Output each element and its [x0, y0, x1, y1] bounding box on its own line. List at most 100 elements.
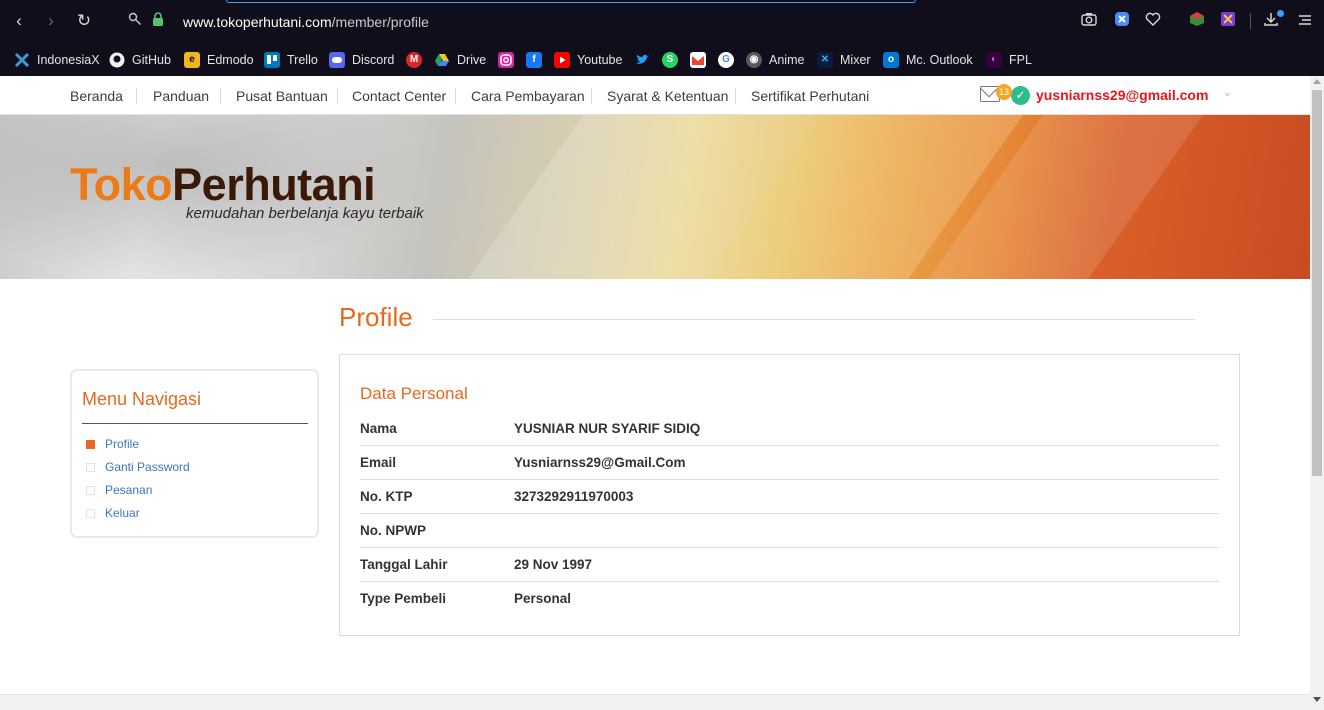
- snapshot-camera-icon[interactable]: [1079, 11, 1099, 31]
- outlook-icon: o: [883, 52, 899, 68]
- sidebar-item-ganti-password[interactable]: Ganti Password: [86, 460, 190, 474]
- user-account-email[interactable]: yusniarnss29@gmail.com: [1036, 87, 1208, 103]
- forward-icon: ›: [48, 11, 54, 30]
- logo-text-perhutani: Perhutani: [172, 159, 376, 210]
- navigation-sidebar: Menu Navigasi Profile Ganti Password Pes…: [70, 369, 319, 538]
- bookmark-anime[interactable]: ◉ Anime: [746, 49, 804, 71]
- download-badge: [1277, 10, 1284, 17]
- edmodo-icon: e: [184, 52, 200, 68]
- reload-icon: ↻: [76, 11, 92, 30]
- nav-separator: [735, 88, 736, 104]
- personal-data-panel: Data Personal Nama YUSNIAR NUR SYARIF SI…: [339, 354, 1240, 636]
- scroll-down-arrow-icon[interactable]: [1313, 697, 1321, 702]
- nav-cara-pembayaran[interactable]: Cara Pembayaran: [471, 88, 585, 104]
- menu-icon[interactable]: [1295, 11, 1315, 31]
- bullet-icon: [86, 485, 95, 495]
- bookmark-mixer[interactable]: ✕ Mixer: [817, 49, 871, 71]
- nav-separator: [591, 88, 592, 104]
- header-banner: TokoPerhutani kemudahan berbelanja kayu …: [0, 115, 1310, 279]
- instagram-icon: [498, 52, 514, 68]
- field-label: No. KTP: [360, 489, 413, 504]
- extension-cube-icon[interactable]: [1187, 11, 1207, 31]
- scrollbar-thumb[interactable]: [1312, 90, 1322, 476]
- sidebar-divider: [82, 423, 308, 424]
- data-row-tanggal-lahir: Tanggal Lahir 29 Nov 1997: [360, 548, 1219, 582]
- bullet-active-icon: [86, 439, 95, 449]
- nav-separator: [220, 88, 221, 104]
- twitter-icon: [634, 52, 650, 68]
- data-row-ktp: No. KTP 3273292911970003: [360, 480, 1219, 514]
- bookmark-discord[interactable]: Discord: [329, 49, 394, 71]
- bookmark-instagram[interactable]: [498, 49, 514, 71]
- github-icon: [109, 52, 125, 68]
- reload-button[interactable]: ↻: [73, 10, 95, 32]
- field-label: Nama: [360, 421, 397, 436]
- drive-icon: [434, 52, 450, 68]
- mega-icon: M: [406, 52, 422, 68]
- lock-icon[interactable]: [149, 12, 167, 30]
- title-divider: [433, 319, 1195, 320]
- bullet-icon: [86, 508, 95, 518]
- bookmark-fpl[interactable]: ◐ FPL: [986, 49, 1032, 71]
- field-label: Tanggal Lahir: [360, 557, 448, 572]
- forward-button[interactable]: ›: [40, 10, 62, 32]
- indonesiax-icon: [14, 52, 30, 68]
- bookmark-github[interactable]: GitHub: [109, 49, 171, 71]
- field-value: 3273292911970003: [514, 489, 634, 504]
- data-row-nama: Nama YUSNIAR NUR SYARIF SIDIQ: [360, 412, 1219, 446]
- field-value: YUSNIAR NUR SYARIF SIDIQ: [514, 421, 701, 436]
- logo-text-toko: Toko: [70, 159, 173, 210]
- sidebar-item-pesanan[interactable]: Pesanan: [86, 483, 152, 497]
- site-logo[interactable]: TokoPerhutani: [70, 159, 376, 211]
- nav-separator: [337, 88, 338, 104]
- field-value: Personal: [514, 591, 572, 606]
- discord-icon: [329, 52, 345, 68]
- bookmark-google[interactable]: G: [718, 49, 734, 71]
- bookmark-indonesiax[interactable]: IndonesiaX: [14, 49, 100, 71]
- scroll-up-arrow-icon[interactable]: [1313, 79, 1321, 84]
- nav-panduan[interactable]: Panduan: [153, 88, 209, 104]
- chevron-down-icon[interactable]: ⌄: [1222, 84, 1233, 100]
- page-scrollbar[interactable]: [1310, 76, 1324, 710]
- extension-purple-icon[interactable]: [1218, 11, 1238, 31]
- url-domain: www.tokoperhutani.com: [183, 14, 332, 30]
- verified-check-icon: ✓: [1011, 86, 1030, 105]
- bookmark-mega[interactable]: M: [406, 49, 422, 71]
- bookmark-twitter[interactable]: [634, 49, 650, 71]
- back-button[interactable]: ‹: [8, 10, 30, 32]
- nav-pusat-bantuan[interactable]: Pusat Bantuan: [236, 88, 328, 104]
- sidebar-item-label: Ganti Password: [105, 460, 190, 474]
- nav-beranda[interactable]: Beranda: [70, 88, 123, 104]
- extension-shield-icon[interactable]: [1112, 11, 1132, 31]
- trello-icon: [264, 52, 280, 68]
- heart-icon[interactable]: [1143, 11, 1163, 31]
- section-title: Data Personal: [360, 384, 468, 403]
- nav-contact-center[interactable]: Contact Center: [352, 88, 446, 104]
- sidebar-item-profile[interactable]: Profile: [86, 437, 139, 451]
- bookmark-edmodo[interactable]: e Edmodo: [184, 49, 254, 71]
- bookmark-gmail[interactable]: [690, 49, 706, 71]
- nav-separator: [136, 88, 137, 104]
- bullet-icon: [86, 462, 95, 472]
- site-top-navigation: Beranda Panduan Pusat Bantuan Contact Ce…: [0, 76, 1310, 115]
- sidebar-item-label: Profile: [105, 437, 140, 451]
- bookmark-facebook[interactable]: f: [526, 49, 542, 71]
- field-value: 29 Nov 1997: [514, 557, 593, 572]
- active-tab-indicator: [226, 0, 916, 3]
- footer-strip: [0, 694, 1310, 710]
- site-permissions-icon[interactable]: [126, 12, 144, 30]
- field-label: Type Pembeli: [360, 591, 447, 606]
- bookmark-drive[interactable]: Drive: [434, 49, 486, 71]
- bookmark-whatsapp[interactable]: S: [662, 49, 678, 71]
- bookmark-trello[interactable]: Trello: [264, 49, 318, 71]
- nav-sertifikat-perhutani[interactable]: Sertifikat Perhutani: [751, 88, 869, 104]
- site-tagline: kemudahan berbelanja kayu terbaik: [186, 205, 424, 222]
- bookmark-outlook[interactable]: o Mc. Outlook: [883, 49, 973, 71]
- toolbar-separator: [1250, 13, 1251, 29]
- nav-syarat-ketentuan[interactable]: Syarat & Ketentuan: [607, 88, 728, 104]
- sidebar-item-keluar[interactable]: Keluar: [86, 506, 140, 520]
- field-label: Email: [360, 455, 397, 470]
- bookmark-youtube[interactable]: Youtube: [554, 49, 622, 71]
- address-bar[interactable]: www.tokoperhutani.com/member/profile: [183, 14, 429, 30]
- bookmarks-bar: IndonesiaX GitHub e Edmodo Trello Discor…: [0, 44, 1324, 76]
